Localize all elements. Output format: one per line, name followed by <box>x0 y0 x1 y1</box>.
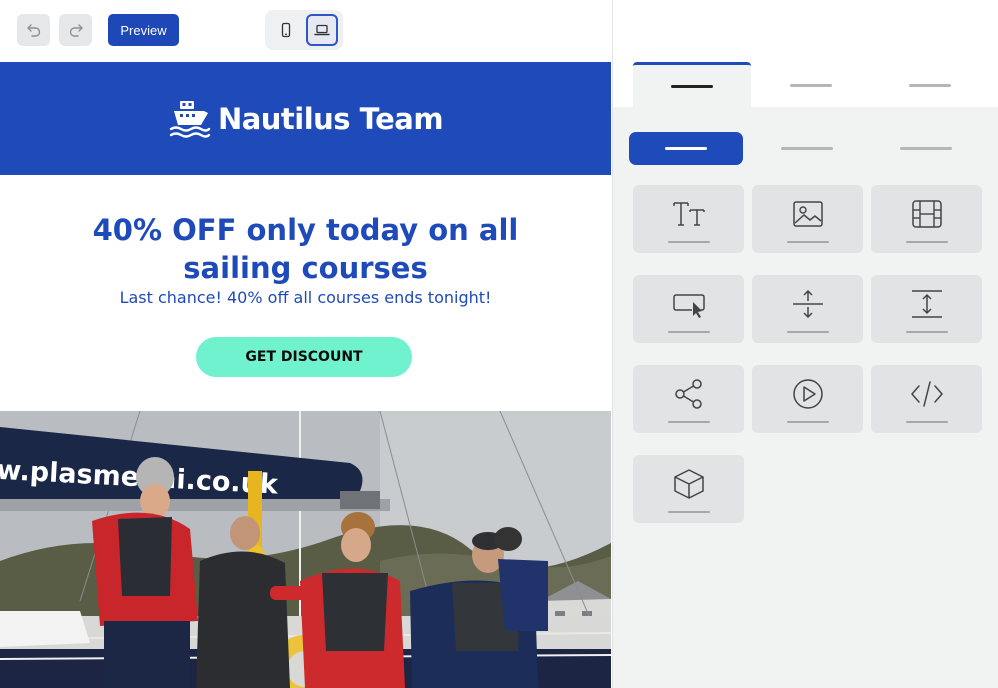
laptop-icon <box>314 24 330 36</box>
block-image[interactable] <box>752 185 863 253</box>
block-label-placeholder <box>905 421 948 423</box>
block-label-placeholder <box>667 421 710 423</box>
block-html[interactable] <box>871 365 982 433</box>
brand-logo: Nautilus Team <box>168 98 444 140</box>
subtab-label-placeholder <box>665 147 707 150</box>
brand-name: Nautilus Team <box>217 101 444 136</box>
editor-side-panel <box>612 0 998 688</box>
html-code-icon <box>910 381 943 407</box>
email-canvas[interactable]: Nautilus Team 40% OFF only today on all … <box>0 62 611 688</box>
mobile-view-button[interactable] <box>270 14 302 46</box>
editor-toolbar: Preview <box>0 0 612 62</box>
block-label-placeholder <box>905 241 948 243</box>
ship-icon <box>169 100 211 138</box>
block-label-placeholder <box>667 511 710 513</box>
block-label-placeholder <box>905 331 948 333</box>
subtab-label-placeholder <box>781 147 833 150</box>
subtab-label-placeholder <box>900 147 952 150</box>
block-video-player[interactable] <box>752 365 863 433</box>
headline-line-2: sailing courses <box>183 251 428 285</box>
block-label-placeholder <box>667 331 710 333</box>
phone-icon <box>281 22 291 38</box>
tab-label-placeholder <box>909 83 951 87</box>
block-label-placeholder <box>786 421 829 423</box>
block-spacer[interactable] <box>752 275 863 343</box>
block-text[interactable] <box>633 185 744 253</box>
panel-tab-settings[interactable] <box>871 62 989 108</box>
sailing-photo-image: w.plasmenai.co.uk <box>0 411 611 688</box>
image-icon <box>792 201 823 227</box>
play-icon <box>792 379 823 409</box>
tab-label-placeholder <box>790 83 832 87</box>
text-icon <box>672 202 705 226</box>
redo-icon <box>69 24 83 37</box>
social-share-icon <box>674 379 702 409</box>
divider-icon <box>911 290 942 318</box>
cube-icon <box>673 469 704 499</box>
email-editor: Preview Nautilus Team 40% OFF only today… <box>0 0 998 688</box>
panel-tab-content[interactable] <box>633 62 751 108</box>
block-label-placeholder <box>667 241 710 243</box>
block-label-placeholder <box>786 331 829 333</box>
preview-button[interactable]: Preview <box>108 14 179 46</box>
button-icon <box>672 294 705 318</box>
get-discount-button[interactable]: GET DISCOUNT <box>196 337 412 377</box>
block-amp-component[interactable] <box>633 455 744 523</box>
email-header-block[interactable]: Nautilus Team <box>0 62 611 175</box>
block-divider[interactable] <box>871 275 982 343</box>
redo-button[interactable] <box>59 14 92 46</box>
device-switcher <box>265 10 343 50</box>
block-social[interactable] <box>633 365 744 433</box>
video-film-icon <box>911 200 942 228</box>
desktop-view-button[interactable] <box>306 14 338 46</box>
tab-label-placeholder <box>671 85 713 88</box>
undo-button[interactable] <box>17 14 50 46</box>
subtab-blocks[interactable] <box>629 132 743 165</box>
subtab-saved[interactable] <box>869 132 983 165</box>
undo-icon <box>26 24 40 37</box>
subtab-modules[interactable] <box>750 132 864 165</box>
block-button[interactable] <box>633 275 744 343</box>
panel-tab-rows[interactable] <box>752 62 870 108</box>
spacer-icon <box>792 289 823 319</box>
block-label-placeholder <box>786 241 829 243</box>
block-video[interactable] <box>871 185 982 253</box>
email-subheadline[interactable]: Last chance! 40% off all courses ends to… <box>40 288 571 307</box>
headline-line-1: 40% OFF only today on all <box>92 213 519 247</box>
sailing-crew-photo[interactable]: w.plasmenai.co.uk <box>0 411 611 688</box>
email-headline[interactable]: 40% OFF only today on all sailing course… <box>40 211 571 287</box>
